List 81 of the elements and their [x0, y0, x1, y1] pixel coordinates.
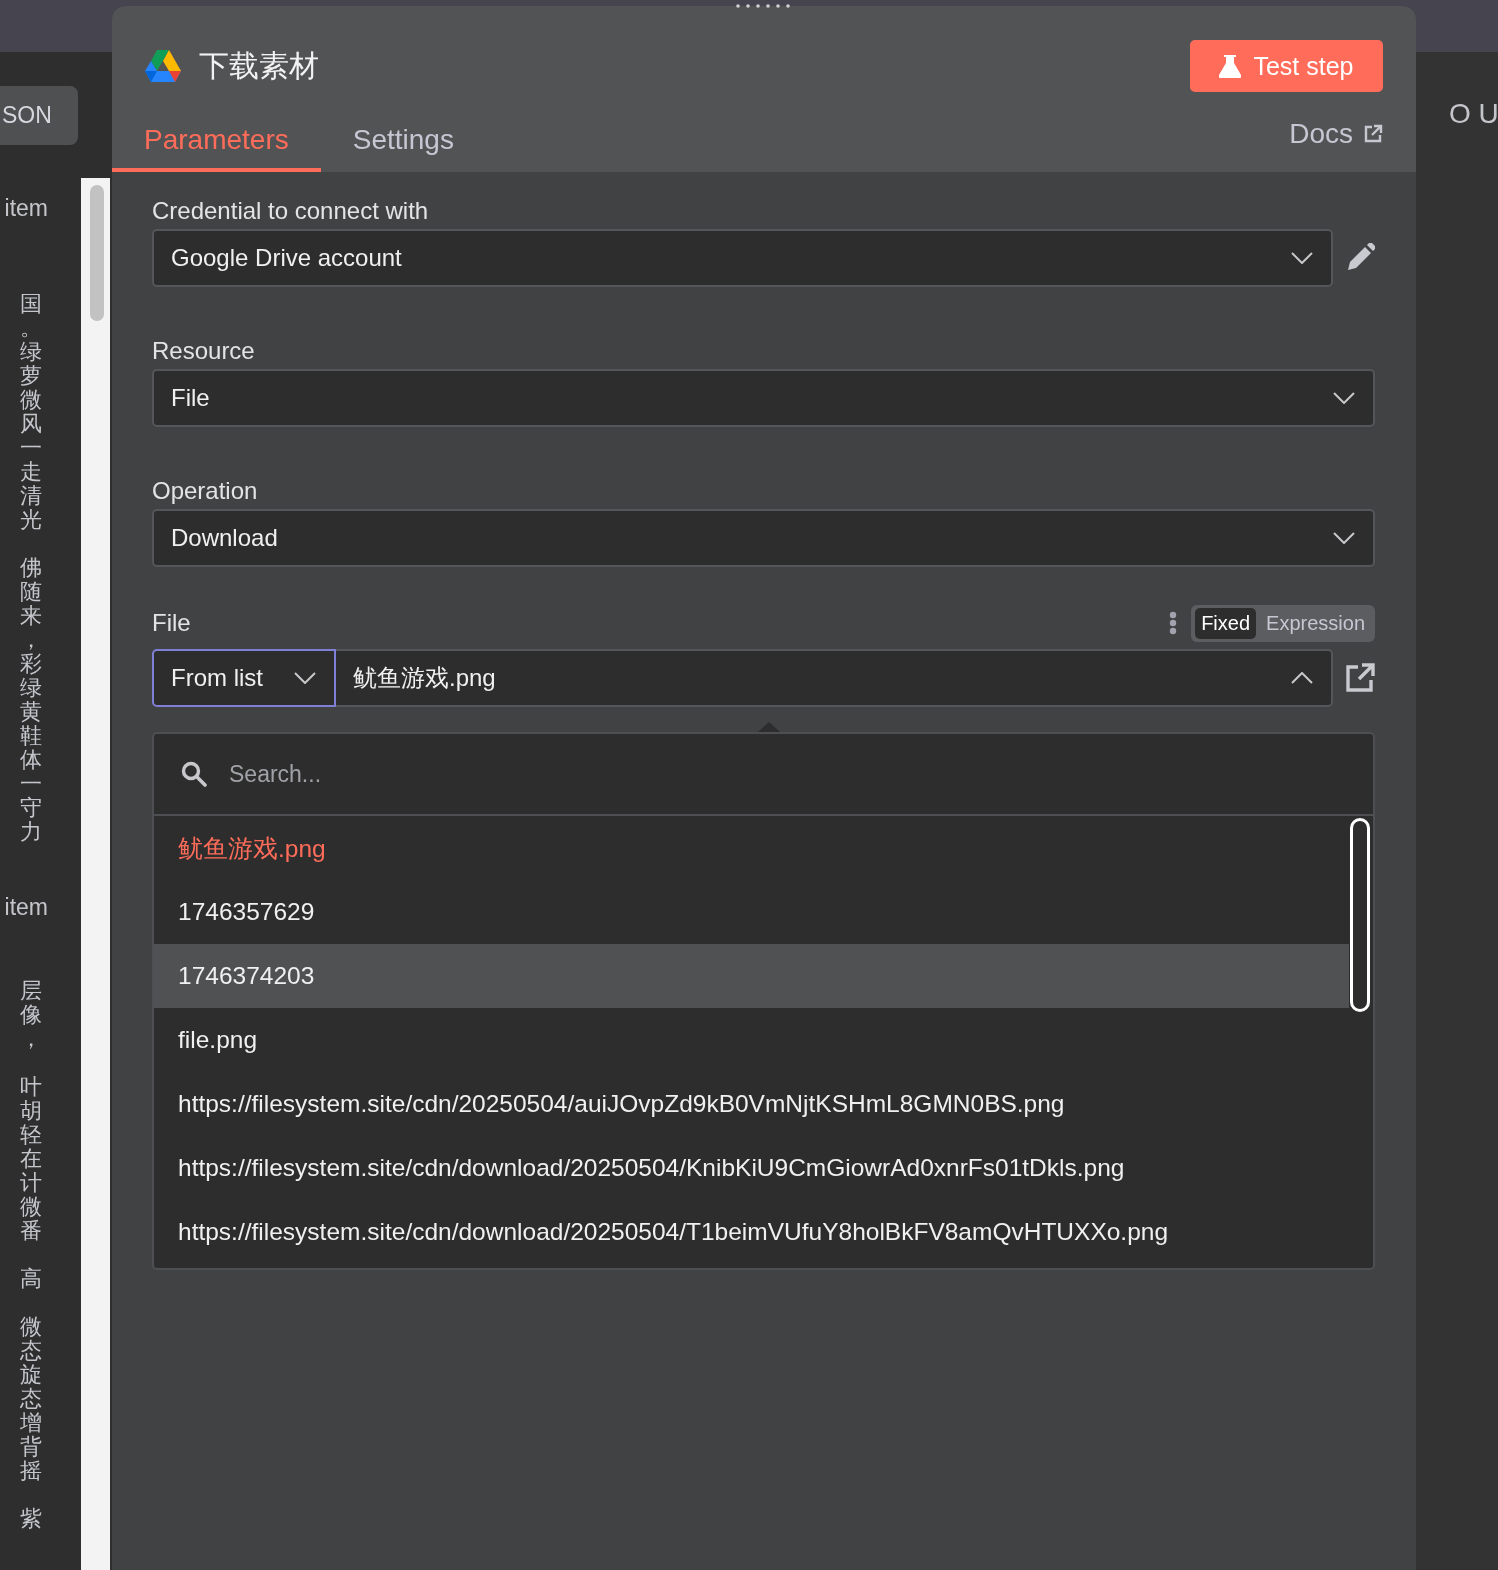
item-label: item	[3, 894, 48, 921]
text-fragment: 背	[20, 1434, 42, 1459]
node-title: 下载素材	[199, 47, 319, 84]
text-fragment: ，	[20, 627, 42, 652]
text-fragment: 走	[20, 459, 42, 484]
mode-select[interactable]: From list	[152, 649, 336, 707]
text-fragment: 计	[20, 1170, 42, 1195]
text-fragment: ，	[20, 1026, 42, 1051]
text-fragment: 番	[20, 1218, 42, 1243]
chevron-up-icon	[1291, 672, 1313, 684]
search-icon	[181, 761, 207, 787]
mode-option[interactable]: Fixed	[1195, 607, 1257, 639]
mode-option[interactable]: Expression	[1260, 607, 1371, 639]
text-fragment: 微	[20, 1314, 42, 1339]
text-fragment: 增	[20, 1410, 42, 1435]
text-fragment: 一	[20, 771, 42, 796]
text-fragment: 佛	[20, 555, 42, 580]
chevron-down-icon	[294, 672, 316, 684]
text-fragment: 轻	[20, 1122, 42, 1147]
more-options-icon[interactable]	[1169, 611, 1178, 635]
external-link-icon	[1363, 124, 1383, 144]
list-option[interactable]: https://filesystem.site/cdn/20250504/auiJOvpZd9kB0VmNjtKSHmL8GMN0BS.png	[154, 1072, 1349, 1136]
panel-tab[interactable]: SON	[0, 86, 78, 145]
text-fragment: 萝	[20, 363, 42, 388]
list-option[interactable]: https://filesystem.site/cdn/download/20250504/T1beimVUfuY8holBkFV8amQvHTUXXo.png	[154, 1200, 1349, 1264]
text-fragment: 清	[20, 483, 42, 508]
text-fragment: 像	[20, 1002, 42, 1027]
list-option[interactable]: 1746357629	[154, 880, 1349, 944]
chevron-down-icon	[1333, 392, 1355, 404]
list-option[interactable]: https://filesystem.site/cdn/download/20250504/KnibKiU9CmGiowrAd0xnrFs01tDkls.png	[154, 1136, 1349, 1200]
text-fragment: 体	[20, 747, 42, 772]
text-fragment: 。	[20, 315, 42, 340]
field-label: Credential to connect with	[152, 197, 429, 225]
text-fragment: 态	[20, 1386, 42, 1411]
text-fragment: 一	[20, 435, 42, 460]
text-fragment: 鞋	[20, 723, 42, 748]
dropdown-select[interactable]: File	[152, 369, 1375, 427]
tab[interactable]: Settings	[320, 92, 486, 172]
text-fragment: 微	[20, 387, 42, 412]
drive-logo-icon	[145, 50, 181, 82]
list-option[interactable]: file.png	[154, 1008, 1349, 1072]
text-fragment: 守	[20, 795, 42, 820]
field-label: Operation	[152, 477, 258, 505]
external-link-icon[interactable]	[1345, 663, 1375, 693]
text-fragment: 在	[20, 1146, 42, 1171]
pencil-icon[interactable]	[1345, 243, 1375, 273]
text-fragment: 紫	[20, 1506, 42, 1531]
text-fragment: 叶	[20, 1074, 42, 1099]
text-fragment: 黄	[20, 699, 42, 724]
search-field[interactable]: Search...	[227, 759, 1373, 789]
field-label: Resource	[152, 337, 255, 365]
text-fragment: 彩	[20, 651, 42, 676]
text-fragment: 层	[20, 978, 42, 1003]
text-fragment: 国	[20, 291, 42, 316]
scrollbar-thumb[interactable]	[1350, 818, 1370, 1012]
list-option[interactable]: 1746374203	[154, 944, 1349, 1008]
panel-heading: O U	[1449, 98, 1498, 129]
text-fragment: 力	[20, 819, 42, 844]
credential-select[interactable]: Google Drive account	[152, 229, 1333, 287]
scrollbar-thumb[interactable]	[90, 185, 104, 321]
text-fragment: 绿	[20, 675, 42, 700]
text-fragment: 高	[20, 1266, 42, 1291]
text-fragment: 随	[20, 579, 42, 604]
text-fragment: 绿	[20, 339, 42, 364]
dropdown-select[interactable]: Download	[152, 509, 1375, 567]
text-fragment: 微	[20, 1194, 42, 1219]
text-fragment: 胡	[20, 1098, 42, 1123]
text-fragment: 来	[20, 603, 42, 628]
docs-link[interactable]: Docs	[1289, 92, 1383, 172]
text-fragment: 摇	[20, 1458, 42, 1483]
text-fragment: 旋	[20, 1362, 42, 1387]
field-label: File	[152, 609, 191, 637]
text-fragment: 风	[20, 411, 42, 436]
chevron-down-icon	[1333, 532, 1355, 544]
text-fragment: 态	[20, 1338, 42, 1363]
text-fragment: 光	[20, 507, 42, 532]
file-picker[interactable]: 鱿鱼游戏.png	[336, 649, 1333, 707]
chevron-down-icon	[1291, 252, 1313, 264]
flask-icon	[1219, 54, 1242, 78]
item-label: item	[3, 195, 48, 222]
list-option[interactable]: 鱿鱼游戏.png	[154, 816, 1349, 880]
